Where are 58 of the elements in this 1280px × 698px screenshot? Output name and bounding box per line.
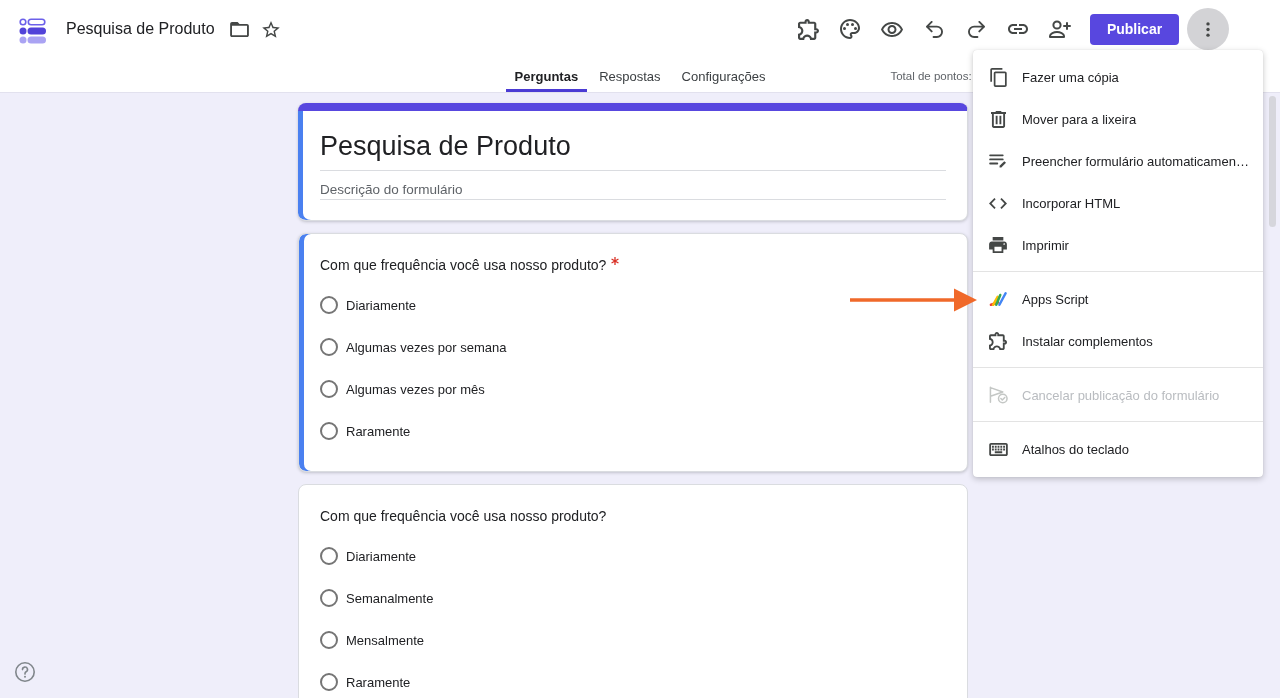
radio-button[interactable]: [320, 380, 338, 398]
code-icon: [989, 197, 1007, 209]
total-points-label: Total de pontos:: [890, 69, 972, 82]
help-icon[interactable]: [15, 662, 35, 682]
radio-button[interactable]: [320, 338, 338, 356]
radio-button[interactable]: [320, 547, 338, 565]
fanned-sticks-icon: [988, 291, 1008, 307]
trash-icon: [990, 110, 1006, 128]
tab[interactable]: Perguntas: [505, 58, 588, 92]
form-title-field[interactable]: Pesquisa de Produto: [320, 128, 946, 171]
flag-check-icon: [988, 386, 1008, 404]
undo-icon[interactable]: [925, 20, 943, 38]
puzzle-icon: [989, 332, 1007, 350]
redo-icon[interactable]: [967, 20, 985, 38]
form-name[interactable]: Pesquisa de Produto: [66, 20, 215, 38]
option-label: Semanalmente: [346, 590, 434, 606]
keyboard-icon: [988, 442, 1008, 456]
option-label: Diariamente: [346, 548, 417, 564]
eye-icon[interactable]: [881, 21, 903, 37]
menu-item[interactable]: Incorporar HTML: [973, 182, 1263, 224]
palette-icon[interactable]: [840, 19, 860, 39]
description-field[interactable]: Descrição do formulário: [320, 181, 946, 200]
scrollbar[interactable]: [1269, 96, 1276, 227]
radio-button[interactable]: [320, 631, 338, 649]
option-label: Diariamente: [346, 297, 417, 313]
option-label: Raramente: [346, 674, 411, 690]
vertical-dots-icon: [1206, 21, 1210, 37]
folder-icon[interactable]: [229, 21, 249, 37]
option-label: Algumas vezes por mês: [346, 381, 485, 397]
radio-button[interactable]: [320, 589, 338, 607]
copy-icon: [989, 67, 1007, 87]
lines-pencil-icon: [989, 154, 1007, 168]
menu-item[interactable]: Imprimir: [973, 224, 1263, 266]
menu-item[interactable]: Preencher formulário automaticamen…: [973, 140, 1263, 182]
add-person-icon[interactable]: [1049, 20, 1071, 38]
radio-button[interactable]: [320, 422, 338, 440]
radio-button[interactable]: [320, 296, 338, 314]
printer-icon: [989, 237, 1007, 253]
option-label: Mensalmente: [346, 632, 425, 648]
question-title: Com que frequência você usa nosso produto?: [320, 256, 607, 274]
menu-item[interactable]: Fazer uma cópia: [973, 56, 1263, 98]
option-label: Raramente: [346, 423, 411, 439]
tab[interactable]: Respostas: [590, 58, 670, 92]
tab[interactable]: Configurações: [672, 58, 775, 92]
link-icon[interactable]: [1008, 24, 1028, 34]
publish-button[interactable]: Publicar: [1090, 13, 1179, 45]
option-label: Algumas vezes por semana: [346, 339, 507, 355]
menu-item[interactable]: Instalar complementos: [973, 320, 1263, 362]
radio-button[interactable]: [320, 673, 338, 691]
question-card[interactable]: Com que frequência você usa nosso produto? Diariamente Algumas vezes por semana Algumas vezes por mês Raramente: [298, 233, 968, 472]
menu-item[interactable]: Apps Script: [973, 278, 1263, 320]
logo-icon: [19, 17, 46, 44]
puzzle-icon[interactable]: [797, 18, 819, 40]
menu-item[interactable]: Mover para a lixeira: [973, 98, 1263, 140]
question-card[interactable]: Com que frequência você usa nosso produto? Diariamente Semanalmente Mensalmente Raramente: [298, 484, 968, 698]
question-title: Com que frequência você usa nosso produto?: [320, 507, 607, 525]
star-icon[interactable]: [261, 20, 280, 38]
menu-item[interactable]: Atalhos do teclado: [973, 428, 1263, 470]
